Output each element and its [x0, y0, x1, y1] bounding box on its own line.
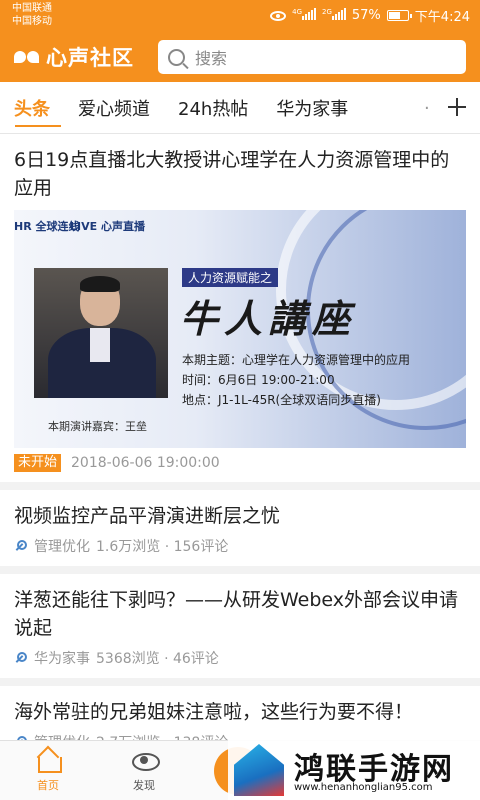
battery-icon	[386, 10, 412, 21]
speaker-photo	[34, 268, 168, 398]
banner-place: 地点：J1-1L-45R(全球双语同步直播)	[182, 393, 381, 407]
article-stats: 1.6万浏览 · 156评论	[96, 539, 229, 555]
banner-topic: 本期主题：心理学在人力资源管理中的应用	[182, 353, 411, 367]
search-placeholder: 搜索	[195, 49, 228, 68]
banner-info: 本期主题：心理学在人力资源管理中的应用 时间：6月6日 19:00-21:00 …	[182, 350, 410, 410]
watermark-logo-icon	[234, 744, 284, 796]
live-logo: LIVE 心声直播	[70, 220, 145, 233]
key-icon	[14, 651, 28, 665]
status-bar: 中国联通 中国移动 4G 2G 57% 下午4:24	[0, 0, 480, 32]
watermark: 鸿联手游网 www.henanhonglian95.com	[228, 740, 480, 800]
banner-big-title: 牛人講座	[180, 297, 357, 341]
nav-home[interactable]: 首页	[18, 747, 78, 793]
tab-24h-hot[interactable]: 24h热帖	[178, 95, 248, 121]
banner-time: 时间：6月6日 19:00-21:00	[182, 373, 335, 387]
article-meta: 华为家事 5368浏览 · 46评论	[14, 642, 466, 678]
signal-2: 2G	[322, 7, 346, 24]
status-icons: 4G 2G 57% 下午4:24	[270, 6, 470, 25]
signal-bars-icon	[302, 7, 316, 20]
article-meta: 管理优化 1.6万浏览 · 156评论	[14, 530, 466, 566]
article-card[interactable]: 视频监控产品平滑演进断层之忧 管理优化 1.6万浏览 · 156评论	[0, 490, 480, 574]
tab-love-channel[interactable]: 爱心频道	[78, 95, 150, 121]
banner-tag: 人力资源赋能之	[182, 268, 279, 287]
article-category[interactable]: 华为家事	[34, 648, 90, 668]
tab-headlines[interactable]: 头条	[14, 95, 50, 121]
key-icon	[14, 539, 28, 553]
eye-icon	[131, 747, 160, 773]
article-datetime: 2018-06-06 19:00:00	[71, 455, 220, 471]
tab-overflow[interactable]: ·	[424, 98, 430, 119]
home-icon	[35, 747, 62, 773]
channel-tabs: 头条 爱心频道 24h热帖 华为家事 ·	[0, 82, 480, 134]
watermark-url: www.henanhonglian95.com	[294, 782, 433, 793]
speaker-caption: 本期演讲嘉宾：王垒	[48, 420, 147, 433]
battery-percent: 57%	[351, 8, 381, 23]
article-title[interactable]: 6日19点直播北大教授讲心理学在人力资源管理中的应用	[14, 134, 466, 202]
article-banner-image[interactable]: HR 全球连线 LIVE 心声直播 本期演讲嘉宾：王垒 人力资源赋能之 牛人講座…	[14, 210, 466, 448]
article-card[interactable]: 洋葱还能往下剥吗？——从研发Webex外部会议申请说起 华为家事 5368浏览 …	[0, 574, 480, 686]
eye-comfort-icon	[270, 10, 287, 21]
active-tab-indicator	[15, 125, 61, 127]
nav-home-label: 首页	[37, 779, 59, 792]
carrier-2: 中国移动	[12, 16, 52, 27]
search-input[interactable]: 搜索	[158, 40, 466, 74]
article-title[interactable]: 视频监控产品平滑演进断层之忧	[14, 490, 466, 530]
status-badge: 未开始	[14, 454, 62, 472]
article-meta: 未开始 2018-06-06 19:00:00	[14, 448, 466, 482]
clock: 下午4:24	[414, 10, 470, 25]
article-title[interactable]: 洋葱还能往下剥吗？——从研发Webex外部会议申请说起	[14, 574, 466, 642]
app-logo[interactable]: 心声社区	[14, 42, 134, 72]
article-category[interactable]: 管理优化	[34, 536, 90, 556]
search-icon	[168, 48, 185, 66]
logo-icon	[14, 44, 40, 70]
article-stats: 5368浏览 · 46评论	[96, 651, 219, 667]
app-bar: 心声社区 搜索	[0, 32, 480, 82]
carrier-info: 中国联通 中国移动	[12, 2, 52, 28]
carrier-1: 中国联通	[12, 3, 52, 14]
article-card[interactable]: 6日19点直播北大教授讲心理学在人力资源管理中的应用 HR 全球连线 LIVE …	[0, 134, 480, 490]
add-channel-icon[interactable]	[446, 96, 468, 118]
nav-discover-label: 发现	[133, 779, 155, 792]
nav-discover[interactable]: 发现	[114, 747, 174, 793]
app-name: 心声社区	[46, 46, 134, 70]
tab-huawei-family[interactable]: 华为家事	[276, 95, 348, 121]
article-feed: 6日19点直播北大教授讲心理学在人力资源管理中的应用 HR 全球连线 LIVE …	[0, 134, 480, 770]
article-title[interactable]: 海外常驻的兄弟姐妹注意啦，这些行为要不得！	[14, 686, 466, 726]
signal-bars-icon	[331, 7, 346, 20]
signal-1: 4G	[292, 7, 316, 24]
